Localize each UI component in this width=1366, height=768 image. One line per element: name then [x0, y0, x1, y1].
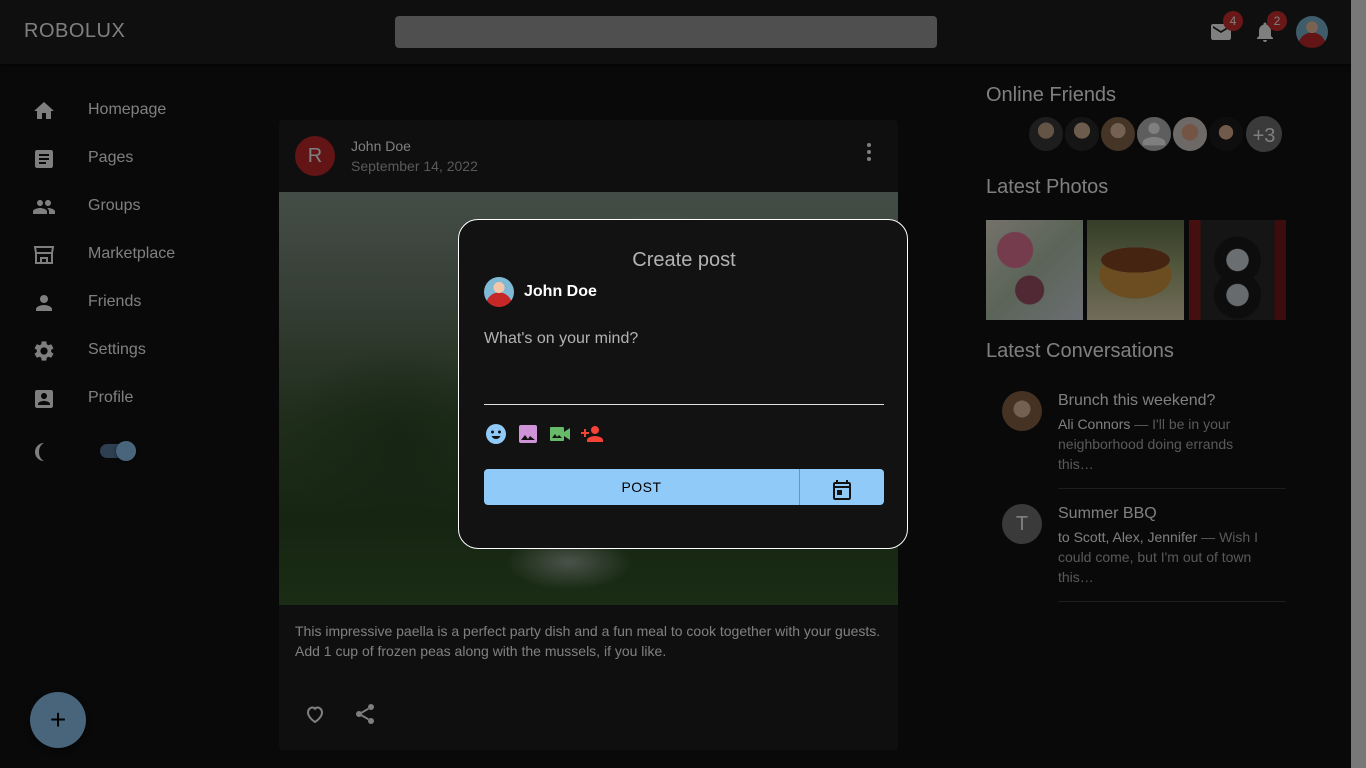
calendar-icon [833, 480, 851, 500]
post-text-input[interactable] [484, 330, 884, 405]
create-post-dialog: Create post John Doe POST [458, 219, 908, 549]
dialog-title: Create post [632, 249, 736, 271]
dialog-username: John Doe [524, 283, 597, 300]
emoji-icon[interactable] [484, 422, 508, 446]
schedule-button[interactable] [799, 469, 884, 505]
person-add-icon[interactable] [580, 422, 604, 446]
post-button[interactable]: POST [484, 469, 799, 505]
video-icon[interactable] [548, 422, 572, 446]
avatar [484, 277, 514, 307]
image-icon[interactable] [516, 422, 540, 446]
